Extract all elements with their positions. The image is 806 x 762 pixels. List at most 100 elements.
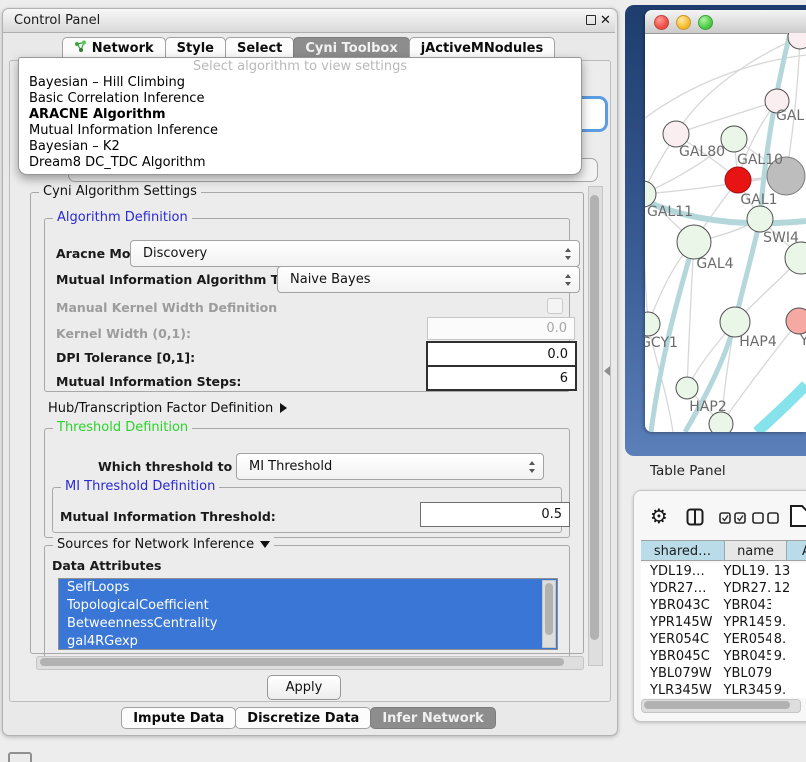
node-label-y: Y — [799, 333, 806, 349]
data-attributes-list[interactable]: SelfLoopsTopologicalCoefficientBetweenne… — [58, 578, 558, 650]
algorithm-option-aracne-algorithm[interactable]: ARACNE Algorithm — [19, 107, 581, 123]
split-columns-icon[interactable] — [686, 508, 704, 526]
apply-button[interactable]: Apply — [267, 675, 341, 700]
mi-threshold-value: 0.5 — [541, 507, 562, 522]
table-horizontal-scrollbar[interactable] — [641, 699, 801, 713]
node-label-gal10: GAL10 — [737, 152, 783, 168]
algorithm-option-bayesian-hill-climbing[interactable]: Bayesian – Hill Climbing — [19, 75, 581, 91]
attribute-item-gal4rgexp[interactable]: gal4RGexp — [59, 633, 557, 650]
kernel-width-field[interactable]: 0.0 — [427, 317, 575, 340]
table-row[interactable]: YBL079WYBL079W — [641, 665, 806, 682]
bottom-tab-discretize-data[interactable]: Discretize Data — [235, 707, 371, 729]
table-row[interactable]: YBR045CYBR045C9. — [641, 648, 806, 665]
network-window-titlebar[interactable] — [645, 10, 806, 34]
mi-steps-label: Mutual Information Steps: — [56, 374, 241, 389]
network-node[interactable] — [788, 33, 806, 49]
table-cell: YER054C — [641, 631, 716, 648]
attribute-item-topologicalcoefficient[interactable]: TopologicalCoefficient — [59, 597, 557, 615]
cyni-algorithm-settings-title: Cyni Algorithm Settings — [39, 184, 201, 199]
tab-label: Select — [237, 41, 282, 56]
mi-steps-field[interactable]: 6 — [426, 365, 577, 391]
network-node-y[interactable] — [786, 308, 806, 334]
data-attributes-label: Data Attributes — [52, 558, 161, 573]
network-node-gcy1[interactable] — [645, 312, 660, 336]
table-cell: 13 — [771, 563, 806, 580]
column-header-shared[interactable]: shared… — [641, 540, 725, 561]
manual-kernel-checkbox[interactable] — [547, 298, 563, 314]
network-node-hap4[interactable] — [720, 307, 750, 337]
table-row[interactable]: YER054CYER054C8. — [641, 631, 806, 648]
tab-network[interactable]: Network — [62, 37, 166, 59]
network-node-swi4[interactable] — [747, 206, 773, 232]
settings-vertical-scrollbar-thumb[interactable] — [590, 195, 599, 640]
tab-cyni-toolbox[interactable]: Cyni Toolbox — [293, 37, 409, 59]
checked-rows-icon[interactable] — [719, 512, 746, 524]
table-cell: YLR345W — [641, 682, 716, 698]
table-cell — [771, 597, 806, 614]
zoom-traffic-light[interactable] — [698, 15, 713, 30]
network-node-gal4[interactable] — [677, 225, 711, 259]
column-header-a[interactable]: A — [787, 540, 806, 561]
algorithm-option-basic-correlation-inference[interactable]: Basic Correlation Inference — [19, 91, 581, 107]
tab-jactivemnodules[interactable]: jActiveMNodules — [409, 37, 556, 59]
node-label-gcy1: GCY1 — [645, 335, 678, 351]
sources-group-title-text: Sources for Network Inference — [57, 537, 254, 552]
tab-style[interactable]: Style — [165, 37, 226, 59]
column-header-name[interactable]: name — [725, 540, 787, 561]
settings-horizontal-scrollbar[interactable] — [36, 656, 584, 670]
aracne-mode-value: Discovery — [143, 246, 207, 261]
table-row[interactable]: YLR345WYLR345W9. — [641, 682, 806, 698]
algorithm-option-dream8-dc-tdc-algorithm[interactable]: Dream8 DC_TDC Algorithm — [19, 155, 581, 171]
attribute-list-scrollbar-thumb[interactable] — [545, 583, 553, 635]
sources-group-title[interactable]: Sources for Network Inference — [53, 537, 274, 552]
mi-threshold-field[interactable]: 0.5 — [420, 502, 570, 527]
table-cell: YDL19… — [641, 563, 716, 580]
hub-factor-expander[interactable]: Hub/Transcription Factor Definition — [48, 398, 287, 418]
corner-widget-icon[interactable] — [8, 752, 32, 762]
table-cell — [771, 665, 806, 682]
network-node[interactable] — [785, 242, 806, 274]
node-label-gal11: GAL11 — [647, 204, 693, 220]
table-row[interactable]: YDR27…YDR27…12 — [641, 580, 806, 597]
tab-label: jActiveMNodules — [421, 41, 544, 56]
table-row[interactable]: YPR145WYPR145W9. — [641, 614, 806, 631]
network-node[interactable] — [709, 412, 733, 432]
threshold-definition-title: Threshold Definition — [53, 420, 192, 435]
table-horizontal-scrollbar-thumb[interactable] — [644, 701, 790, 709]
table-row[interactable]: YBR043CYBR043C — [641, 597, 806, 614]
split-collapse-icon[interactable] — [604, 366, 610, 376]
float-window-icon[interactable] — [586, 15, 596, 25]
mi-type-combo[interactable]: Naive Bayes — [277, 266, 580, 293]
attribute-item-selfloops[interactable]: SelfLoops — [59, 579, 557, 597]
bottom-tab-impute-data[interactable]: Impute Data — [121, 707, 236, 729]
tab-select[interactable]: Select — [225, 37, 294, 59]
network-node-gal1[interactable] — [725, 167, 751, 193]
attribute-list-scrollbar[interactable] — [542, 580, 556, 648]
close-traffic-light[interactable] — [654, 15, 669, 30]
gear-icon[interactable]: ⚙ — [650, 503, 668, 529]
unchecked-rows-icon[interactable] — [752, 512, 779, 524]
kernel-width-value: 0.0 — [546, 321, 567, 336]
table-cell: 12 — [771, 580, 806, 597]
mi-steps-value: 6 — [560, 371, 568, 386]
document-icon[interactable] — [789, 504, 806, 528]
tab-label: Cyni Toolbox — [305, 41, 397, 56]
attribute-item-betweennesscentrality[interactable]: BetweennessCentrality — [59, 615, 557, 633]
algorithm-option-bayesian-k2[interactable]: Bayesian – K2 — [19, 139, 581, 155]
table-row[interactable]: YDL19…YDL19…13 — [641, 563, 806, 580]
bottom-tab-infer-network[interactable]: Infer Network — [370, 707, 495, 729]
close-icon[interactable]: ✕ — [600, 9, 611, 32]
settings-horizontal-scrollbar-thumb[interactable] — [40, 658, 564, 666]
which-threshold-combo[interactable]: MI Threshold — [236, 453, 544, 480]
settings-vertical-scrollbar[interactable] — [588, 186, 603, 666]
node-label-gal1: GAL1 — [740, 192, 777, 208]
table-cell: YBR043C — [716, 597, 771, 614]
dpi-tolerance-field[interactable]: 0.0 — [426, 341, 577, 367]
aracne-mode-combo[interactable]: Discovery — [130, 240, 580, 267]
table-cell: 9. — [771, 682, 806, 698]
spinner-arrows-icon — [565, 248, 572, 260]
minimize-traffic-light[interactable] — [676, 15, 691, 30]
algorithm-option-mutual-information-inference[interactable]: Mutual Information Inference — [19, 123, 581, 139]
network-node-hap2[interactable] — [676, 377, 698, 399]
network-graph[interactable]: GALGAL80GAL10GAL1GAL11SWI4GAL4GCY1HAP4YH… — [645, 33, 806, 432]
